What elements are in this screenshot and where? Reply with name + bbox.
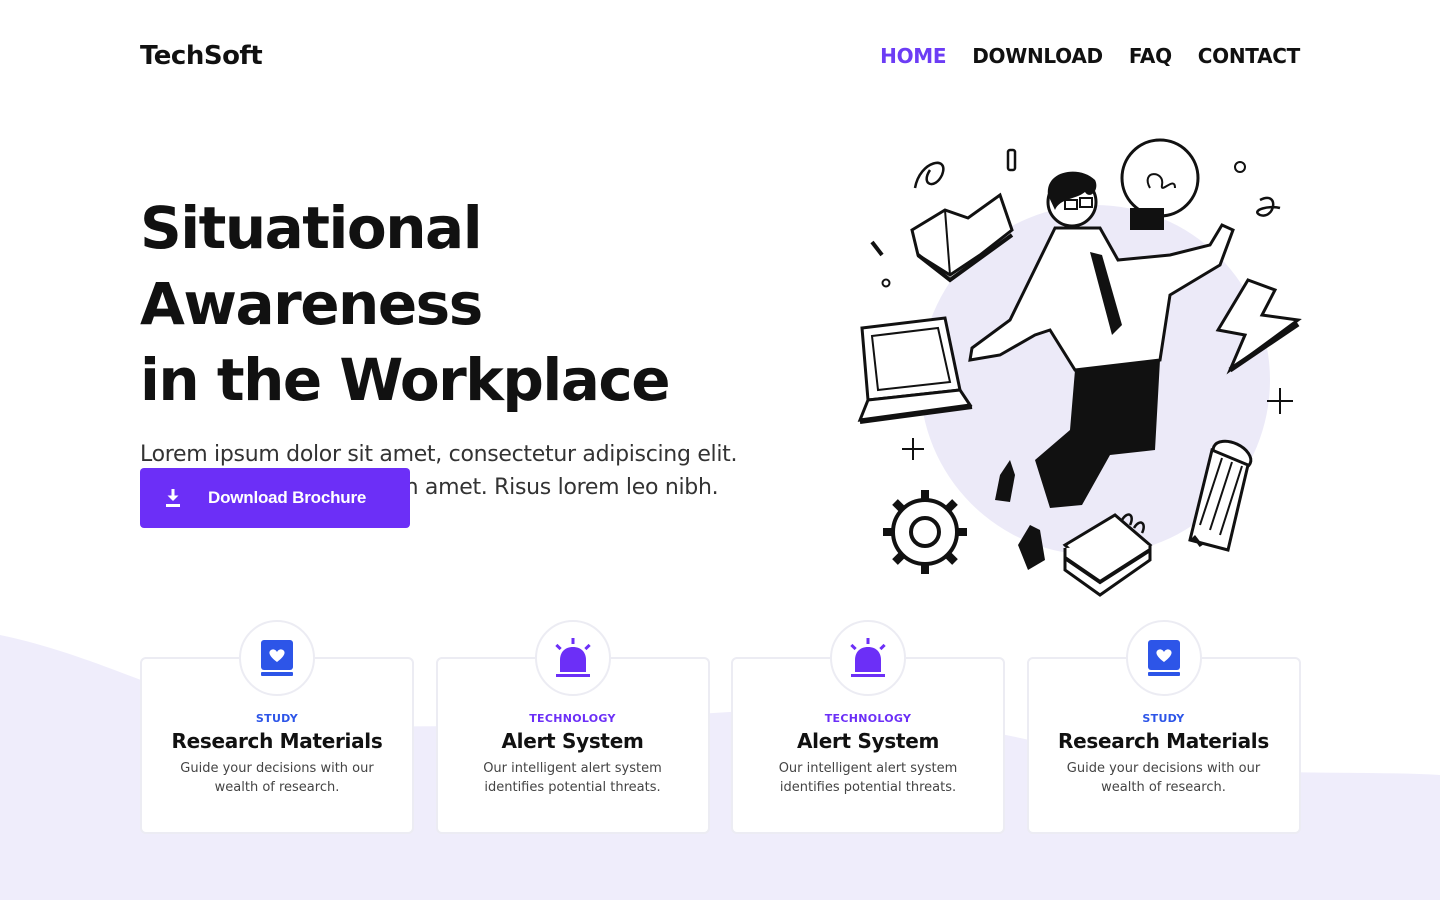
card-text: TECHNOLOGY Alert System Our intelligent … xyxy=(436,712,710,797)
hero-title-line2: in the Workplace xyxy=(140,346,671,414)
card-category: TECHNOLOGY xyxy=(824,712,912,725)
card-title: Research Materials xyxy=(1058,729,1269,753)
feature-card-research-2[interactable]: STUDY Research Materials Guide your deci… xyxy=(1026,620,1301,834)
feature-cards: STUDY Research Materials Guide your deci… xyxy=(140,620,1301,834)
hero-title: Situational Awareness in the Workplace xyxy=(140,190,820,418)
hero-subtitle-line1: Lorem ipsum dolor sit amet, consectetur … xyxy=(140,442,738,467)
card-text: STUDY Research Materials Guide your deci… xyxy=(1027,712,1301,797)
hero-title-line1: Situational Awareness xyxy=(140,194,483,338)
download-brochure-label: Download Brochure xyxy=(208,488,367,507)
card-description: Our intelligent alert system identifies … xyxy=(483,761,662,795)
card-icon-wrapper xyxy=(534,620,611,696)
card-icon-wrapper xyxy=(1125,620,1202,696)
card-text: STUDY Research Materials Guide your deci… xyxy=(140,712,414,797)
nav-home-link[interactable]: HOME xyxy=(880,44,946,68)
main-nav: HOME DOWNLOAD FAQ CONTACT xyxy=(880,44,1300,68)
card-category: STUDY xyxy=(255,712,299,725)
card-description: Our intelligent alert system identifies … xyxy=(778,761,958,795)
siren-icon xyxy=(850,638,886,677)
feature-card-alert-1[interactable]: TECHNOLOGY Alert System Our intelligent … xyxy=(435,620,710,834)
feature-card-research-1[interactable]: STUDY Research Materials Guide your deci… xyxy=(140,620,414,834)
card-category: STUDY xyxy=(1142,712,1185,725)
book-heart-icon xyxy=(261,640,293,676)
nav-contact-link[interactable]: CONTACT xyxy=(1198,44,1301,68)
jumping-businessman-illustration xyxy=(857,138,1302,597)
hero-illustration xyxy=(850,130,1310,600)
card-title: Alert System xyxy=(797,729,939,753)
hero-section: Situational Awareness in the Workplace L… xyxy=(140,190,820,504)
nav-faq-link[interactable]: FAQ xyxy=(1129,44,1172,68)
card-description: Guide your decisions with our wealth of … xyxy=(1066,761,1261,795)
download-brochure-button[interactable]: Download Brochure xyxy=(140,468,410,528)
brand-logo[interactable]: TechSoft xyxy=(140,41,263,71)
card-category: TECHNOLOGY xyxy=(529,712,616,725)
site-header: TechSoft HOME DOWNLOAD FAQ CONTACT xyxy=(140,36,1300,76)
card-text: TECHNOLOGY Alert System Our intelligent … xyxy=(731,712,1005,797)
feature-card-alert-2[interactable]: TECHNOLOGY Alert System Our intelligent … xyxy=(731,620,1005,834)
book-heart-icon xyxy=(1147,640,1180,676)
card-icon-wrapper xyxy=(239,620,315,696)
nav-download-link[interactable]: DOWNLOAD xyxy=(972,44,1103,68)
card-icon-wrapper xyxy=(830,620,906,696)
download-icon xyxy=(162,487,184,509)
card-title: Research Materials xyxy=(171,729,383,753)
siren-icon xyxy=(554,638,591,677)
card-description: Guide your decisions with our wealth of … xyxy=(180,761,374,795)
card-title: Alert System xyxy=(501,729,644,753)
